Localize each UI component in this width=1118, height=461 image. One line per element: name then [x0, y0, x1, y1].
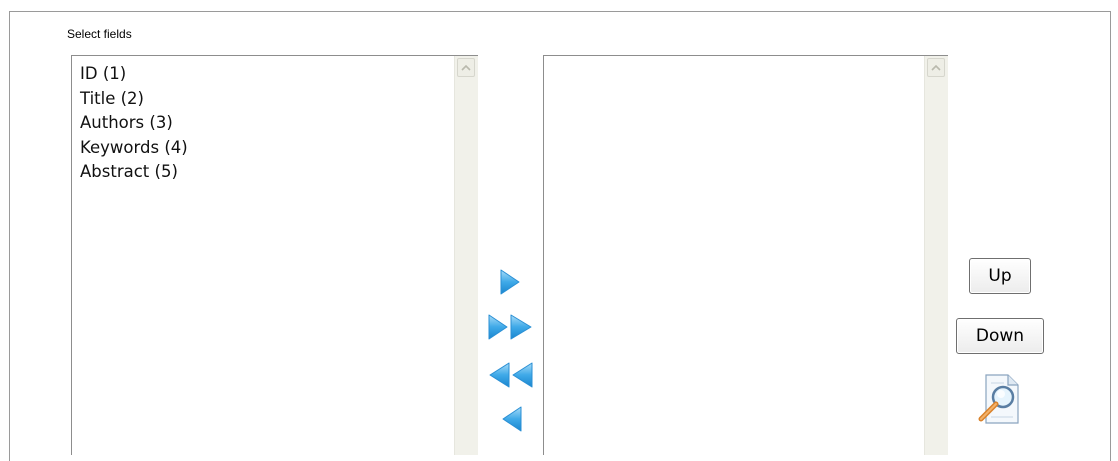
scroll-up-button[interactable]	[457, 58, 475, 77]
chevron-up-icon	[461, 64, 471, 71]
magnifier-document-icon[interactable]	[976, 373, 1022, 425]
list-item-abstract[interactable]: Abstract (5)	[80, 160, 478, 185]
double-arrow-left-icon[interactable]	[487, 362, 535, 388]
move-down-button[interactable]: Down	[956, 318, 1044, 354]
selected-fields-scrollbar[interactable]	[924, 56, 948, 455]
arrow-right-icon[interactable]	[499, 269, 521, 295]
section-label: Select fields	[67, 27, 132, 41]
available-fields-scrollbar[interactable]	[454, 56, 478, 455]
list-item-keywords[interactable]: Keywords (4)	[80, 136, 478, 161]
arrow-left-icon[interactable]	[501, 406, 523, 432]
move-up-button[interactable]: Up	[969, 258, 1031, 294]
list-item-id[interactable]: ID (1)	[80, 62, 478, 87]
available-fields-list: ID (1) Title (2) Authors (3) Keywords (4…	[72, 56, 478, 185]
double-arrow-right-icon[interactable]	[487, 314, 535, 340]
selected-fields-list	[544, 56, 948, 62]
chevron-up-icon	[931, 64, 941, 71]
list-item-title[interactable]: Title (2)	[80, 87, 478, 112]
list-item-authors[interactable]: Authors (3)	[80, 111, 478, 136]
transfer-controls	[485, 263, 537, 443]
scroll-up-button[interactable]	[927, 58, 945, 77]
available-fields-listbox[interactable]: ID (1) Title (2) Authors (3) Keywords (4…	[71, 55, 478, 455]
selected-fields-listbox[interactable]	[543, 55, 948, 455]
